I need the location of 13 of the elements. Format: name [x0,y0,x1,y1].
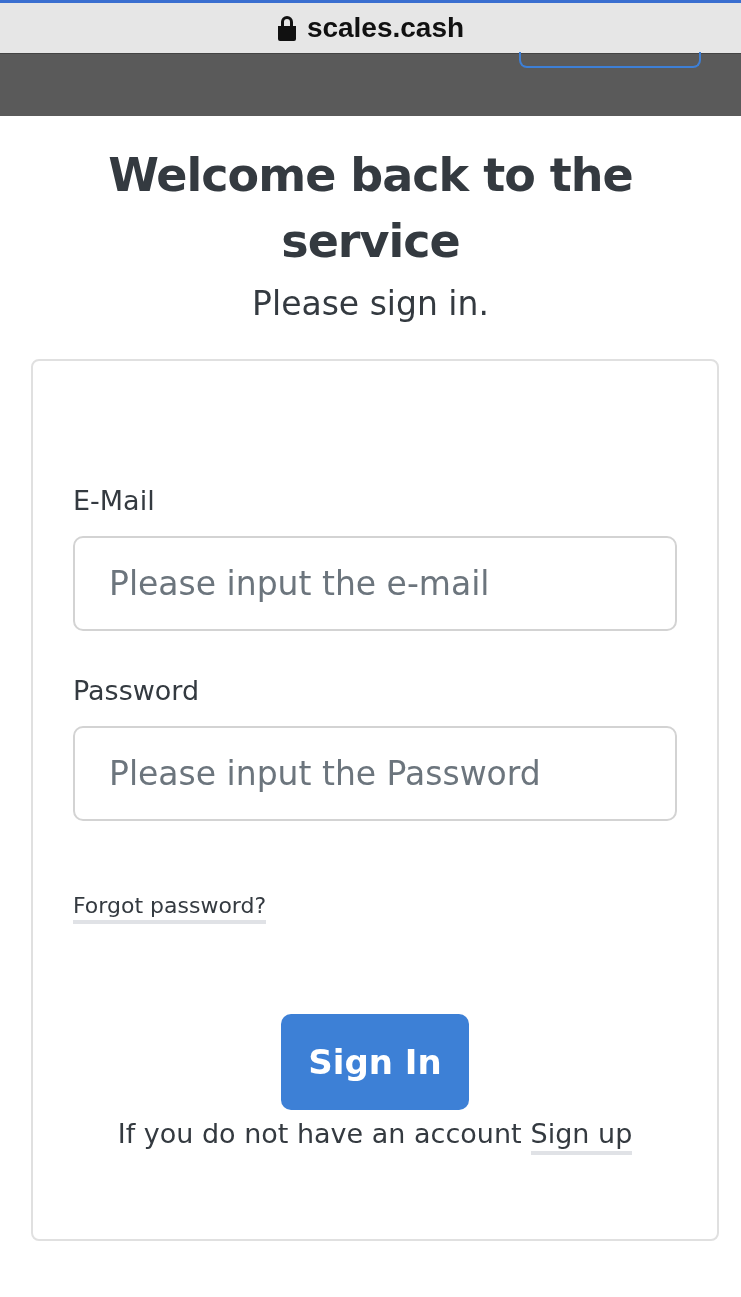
input-field[interactable]: Please input the Password [73,726,677,821]
url-text[interactable]: scales.cash [306,12,465,44]
signup-prompt: If you do not have an account [117,1118,522,1149]
page-subtitle: Please sign in. [251,284,490,323]
sign-in-button[interactable]: Sign In [281,1014,469,1110]
header-button[interactable] [519,52,701,68]
sign-up-link[interactable]: Sign up [530,1118,633,1155]
lock-icon [276,15,297,41]
forgot-password-link[interactable]: Forgot password? [73,893,267,924]
field-label: E-Mail [73,485,156,516]
input-field[interactable]: Please input the e-mail [73,536,677,631]
page-title: Welcome back to the service [107,147,634,270]
field-label: Password [73,675,201,706]
